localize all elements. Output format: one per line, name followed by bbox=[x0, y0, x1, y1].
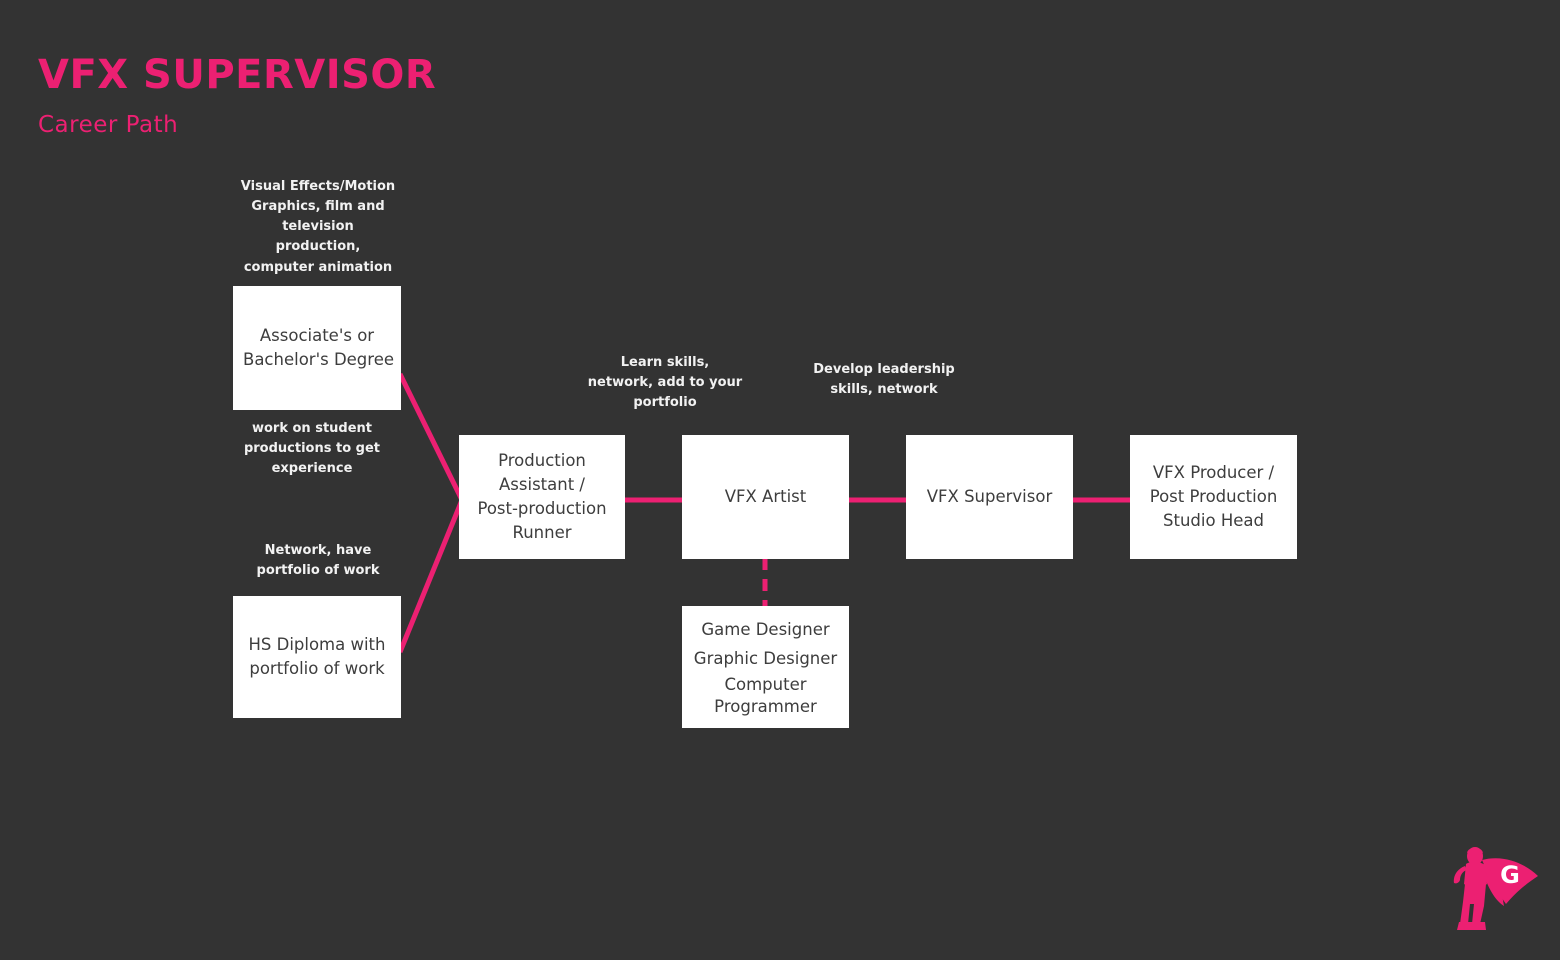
node-text-line: Associate's or bbox=[259, 326, 375, 346]
node-text-line: Runner bbox=[512, 522, 572, 542]
node-text-line: Studio Head bbox=[1163, 510, 1264, 530]
node-text-line: VFX Supervisor bbox=[926, 487, 1053, 507]
annotation-line: television bbox=[282, 219, 354, 235]
annotation-student-productions: work on student productions to get exper… bbox=[228, 419, 396, 479]
node-vfx-supervisor[interactable]: VFX Supervisor bbox=[906, 435, 1073, 559]
node-production-assistant[interactable]: Production Assistant / Post-production R… bbox=[459, 435, 625, 559]
superhero-logo-icon: G bbox=[1453, 847, 1538, 930]
annotation-line: Learn skills, bbox=[620, 355, 710, 370]
node-alternate-careers[interactable]: Game Designer Graphic Designer Computer … bbox=[682, 606, 849, 728]
connector-hs-to-pa bbox=[397, 499, 465, 653]
annotation-line: skills, network bbox=[830, 382, 938, 398]
node-text-line: portfolio of work bbox=[249, 659, 385, 678]
annotation-line: Visual Effects/Motion bbox=[240, 179, 396, 194]
annotation-network-portfolio: Network, have portfolio of work bbox=[228, 541, 408, 581]
annotation-line: computer animation bbox=[243, 259, 393, 275]
node-text-line: HS Diploma with bbox=[248, 635, 386, 655]
connector-degree-to-pa bbox=[397, 372, 465, 502]
node-text-line: Game Designer bbox=[701, 619, 830, 639]
annotation-line: Network, have bbox=[264, 543, 372, 558]
node-vfx-artist[interactable]: VFX Artist bbox=[682, 435, 849, 559]
annotation-line: production, bbox=[275, 239, 361, 255]
node-text-line: VFX Artist bbox=[724, 487, 807, 507]
annotation-line: Graphics, film and bbox=[251, 199, 385, 215]
annotation-line: productions to get bbox=[243, 441, 381, 457]
annotation-line: portfolio of work bbox=[256, 563, 380, 579]
annotation-line: network, add to your bbox=[587, 375, 743, 391]
node-text-line: Bachelor's Degree bbox=[243, 350, 395, 369]
node-text-line: Programmer bbox=[714, 696, 817, 716]
node-text-line: VFX Producer / bbox=[1152, 463, 1275, 483]
annotation-develop-leadership: Develop leadership skills, network bbox=[796, 360, 972, 400]
annotation-degree-fields: Visual Effects/Motion Graphics, film and… bbox=[228, 177, 408, 278]
node-hs-diploma[interactable]: HS Diploma with portfolio of work bbox=[233, 596, 401, 718]
annotation-line: experience bbox=[271, 461, 353, 477]
logo-letter: G bbox=[1500, 861, 1520, 889]
node-text-line: Production bbox=[498, 451, 586, 471]
annotation-line: portfolio bbox=[633, 395, 697, 411]
node-degree[interactable]: Associate's or Bachelor's Degree bbox=[233, 286, 401, 410]
annotation-learn-skills: Learn skills, network, add to your portf… bbox=[572, 353, 758, 413]
node-text-line: Computer bbox=[724, 674, 807, 694]
node-text-line: Graphic Designer bbox=[693, 648, 838, 668]
annotation-line: work on student bbox=[251, 421, 373, 436]
annotation-line: Develop leadership bbox=[813, 362, 955, 377]
node-text-line: Assistant / bbox=[499, 475, 585, 495]
node-text-line: Post-production bbox=[477, 499, 607, 518]
node-text-line: Post Production bbox=[1149, 487, 1278, 507]
node-vfx-producer[interactable]: VFX Producer / Post Production Studio He… bbox=[1130, 435, 1297, 559]
career-path-infographic: VFX SUPERVISOR Career Path Visual Effect… bbox=[0, 0, 1560, 960]
